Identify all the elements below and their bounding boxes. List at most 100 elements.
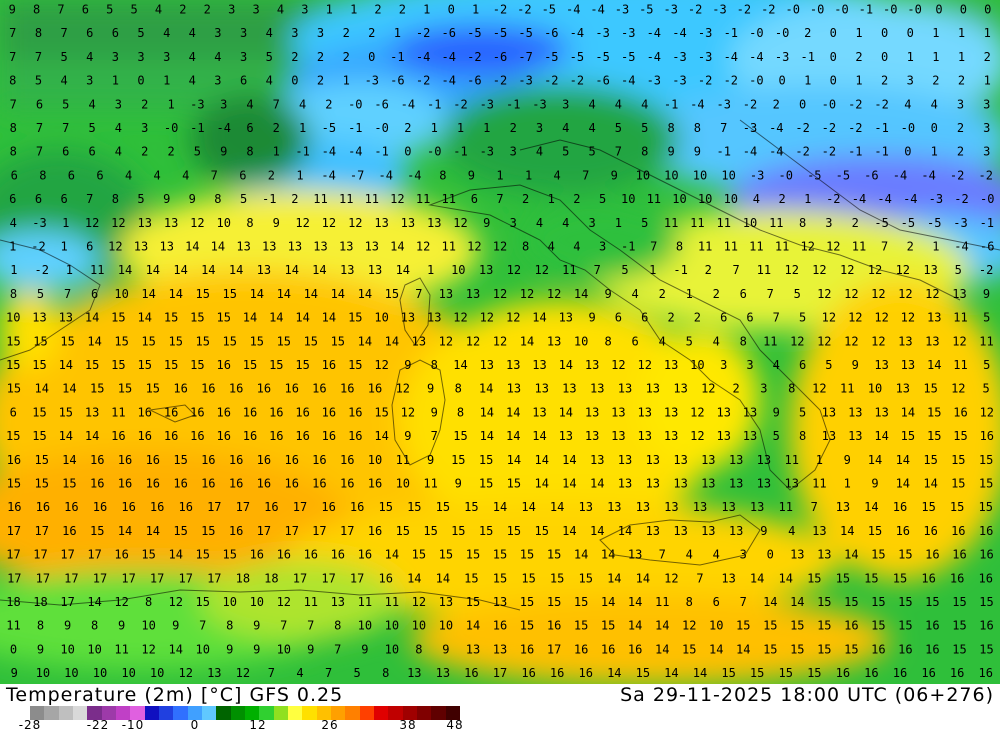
grid-value: 16 xyxy=(322,405,336,419)
grid-value: 15 xyxy=(921,500,935,514)
grid-value: 16 xyxy=(7,453,21,467)
grid-value: 14 xyxy=(141,287,155,301)
grid-value: 16 xyxy=(925,548,939,562)
grid-value: 14 xyxy=(790,595,804,609)
grid-value: 15 xyxy=(479,453,493,467)
grid-value: 1 xyxy=(496,168,503,182)
grid-value: 10 xyxy=(721,168,735,182)
grid-value: 8 xyxy=(604,334,611,348)
grid-value: 6 xyxy=(615,311,622,325)
grid-value: 14 xyxy=(844,548,858,562)
grid-value: 4 xyxy=(189,74,196,88)
grid-value: -2 xyxy=(950,168,964,182)
grid-value: 16 xyxy=(201,453,215,467)
grid-value: 4 xyxy=(553,168,560,182)
grid-value: -4 xyxy=(749,50,763,64)
grid-value: -4 xyxy=(769,145,783,159)
grid-value: 8 xyxy=(686,595,693,609)
grid-value: 15 xyxy=(378,500,392,514)
grid-value: 1 xyxy=(548,192,555,206)
grid-value: -1 xyxy=(621,240,635,254)
grid-value: 14 xyxy=(506,429,520,443)
grid-value: 16 xyxy=(229,382,243,396)
grid-value: 2 xyxy=(510,121,517,135)
grid-value: 15 xyxy=(534,524,548,538)
grid-value: 17 xyxy=(178,571,192,585)
grid-value: 12 xyxy=(817,287,831,301)
grid-value: -4 xyxy=(378,168,392,182)
grid-value: 15 xyxy=(893,571,907,585)
grid-value: 1 xyxy=(299,121,306,135)
grid-value: 11 xyxy=(812,477,826,491)
grid-value: 13 xyxy=(673,524,687,538)
grid-value: 10 xyxy=(87,642,101,656)
grid-value: 6 xyxy=(239,168,246,182)
grid-value: -1 xyxy=(859,3,873,17)
grid-value: 13 xyxy=(664,405,678,419)
grid-value: 11 xyxy=(763,334,777,348)
grid-value: 13 xyxy=(673,453,687,467)
grid-value: 13 xyxy=(701,477,715,491)
grid-value: 16 xyxy=(312,453,326,467)
grid-value: 15 xyxy=(164,358,178,372)
grid-value: 13 xyxy=(479,263,493,277)
temperature-map: 9 8 7 6 5 5 4 2 2 3 3 4 3 1 1 2 2 1 0 1 -2 -2 -5 -4 -4 -3 -5 -3 -2 -3… xyxy=(0,0,1000,684)
grid-value: 5 xyxy=(799,311,806,325)
grid-value: 17 xyxy=(7,571,21,585)
grid-value: -1 xyxy=(874,121,888,135)
grid-value: 15 xyxy=(520,619,534,633)
grid-value: 1 xyxy=(427,263,434,277)
grid-value: 10 xyxy=(664,168,678,182)
grid-value: 8 xyxy=(439,168,446,182)
grid-value: 12 xyxy=(453,311,467,325)
grid-value: 14 xyxy=(304,287,318,301)
grid-value: 17 xyxy=(236,500,250,514)
grid-value: 15 xyxy=(348,311,362,325)
grid-value: 3 xyxy=(228,3,235,17)
grid-value: 1 xyxy=(984,74,991,88)
grid-value: 12 xyxy=(178,666,192,680)
grid-value: 16 xyxy=(493,619,507,633)
grid-value: 12 xyxy=(467,240,481,254)
grid-value: 11 xyxy=(749,240,763,254)
grid-value: 16 xyxy=(980,429,994,443)
grid-value: 15 xyxy=(451,453,465,467)
grid-value: 14 xyxy=(628,619,642,633)
grid-value: 15 xyxy=(836,571,850,585)
grid-value: -5 xyxy=(467,26,481,40)
grid-value: 1 xyxy=(423,3,430,17)
grid-value: 6 xyxy=(86,26,93,40)
grid-value: 2 xyxy=(141,145,148,159)
grid-value: 2 xyxy=(778,192,785,206)
grid-value: 1 xyxy=(62,216,69,230)
grid-value: 5 xyxy=(794,287,801,301)
grid-value: 16 xyxy=(368,477,382,491)
grid-value: 11 xyxy=(784,453,798,467)
grid-value: 17 xyxy=(547,642,561,656)
grid-value: 7 xyxy=(431,429,438,443)
grid-value: -3 xyxy=(672,74,686,88)
grid-value: -1 xyxy=(980,216,994,230)
grid-value: 13 xyxy=(721,571,735,585)
grid-value: 15 xyxy=(277,334,291,348)
grid-value: 7 xyxy=(60,26,67,40)
grid-value: 14 xyxy=(868,453,882,467)
grid-value: 13 xyxy=(159,240,173,254)
grid-value: 13 xyxy=(646,453,660,467)
grid-value: 13 xyxy=(646,477,660,491)
grid-value: 13 xyxy=(607,500,621,514)
grid-value: 14 xyxy=(269,311,283,325)
grid-value: 6 xyxy=(240,74,247,88)
grid-value: 4 xyxy=(615,97,622,111)
grid-value: 14 xyxy=(168,548,182,562)
grid-value: 10 xyxy=(36,666,50,680)
grid-value: 1 xyxy=(931,145,938,159)
grid-value: 7 xyxy=(9,50,16,64)
grid-value: 14 xyxy=(466,619,480,633)
grid-value: 12 xyxy=(348,216,362,230)
grid-value: 9 xyxy=(226,642,233,656)
grid-value: 13 xyxy=(927,311,941,325)
grid-value: -1 xyxy=(800,50,814,64)
grid-value: -2 xyxy=(979,263,993,277)
grid-value: 14 xyxy=(185,240,199,254)
